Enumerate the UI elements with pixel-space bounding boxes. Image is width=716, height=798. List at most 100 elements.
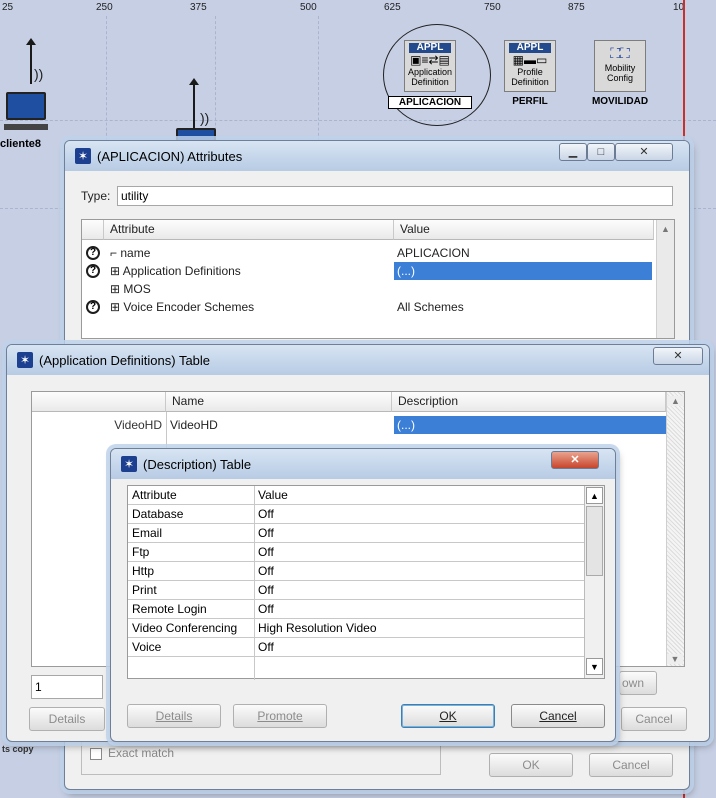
application-definition-node[interactable]: APPL ▣≡⇄▤ Application Definition APLICAC… [388, 40, 472, 110]
row-value[interactable]: Off [254, 562, 584, 581]
ruler-tick: 625 [384, 2, 401, 13]
help-icon[interactable]: ? [86, 300, 100, 314]
row-attribute[interactable]: Video Conferencing [128, 619, 254, 638]
scroll-thumb[interactable] [586, 506, 603, 576]
promote-button[interactable]: Promote [233, 704, 327, 728]
row-attribute[interactable]: Print [128, 581, 254, 600]
details-button[interactable]: Details [29, 707, 105, 731]
ruler-tick: 375 [190, 2, 207, 13]
application-icon: ▣≡⇄▤ [410, 53, 450, 67]
close-button[interactable]: ✕ [551, 451, 599, 469]
row-attribute[interactable]: Database [128, 505, 254, 524]
close-button[interactable]: ✕ [615, 143, 673, 161]
cancel-button[interactable]: Cancel [589, 753, 673, 777]
row-attribute[interactable]: Remote Login [128, 600, 254, 619]
rows-count-field[interactable] [31, 675, 103, 699]
column-header-name[interactable]: Name [166, 392, 392, 412]
cancel-button[interactable]: Cancel [511, 704, 605, 728]
app-logo-icon: ✶ [17, 352, 33, 368]
profile-definition-node[interactable]: APPL ▦▬▭ Profile Definition PERFIL [498, 40, 562, 110]
row-name[interactable]: VideoHD [170, 416, 390, 434]
row-value[interactable]: All Schemes [394, 298, 654, 316]
dialog-title: (Description) Table [143, 457, 252, 472]
mobility-config-node[interactable]: ⛶⛶ Mobility Config MOVILIDAD [588, 40, 652, 110]
workstation-icon[interactable] [6, 92, 46, 120]
move-down-button[interactable]: own [619, 671, 657, 695]
dialog-title: (Application Definitions) Table [39, 353, 211, 368]
row-value[interactable]: High Resolution Video [254, 619, 584, 638]
wireless-icon: )) [200, 110, 210, 126]
node-caption: Definition [511, 77, 549, 87]
node-caption: Definition [411, 77, 449, 87]
ruler-tick: 250 [96, 2, 113, 13]
node-header: APPL [409, 43, 451, 53]
background-fragment-text: ts copy [2, 744, 34, 754]
app-logo-icon: ✶ [75, 148, 91, 164]
title-bar[interactable]: ✶ (Application Definitions) Table ✕ [7, 345, 709, 375]
node-label-aplicacion: APLICACION [388, 96, 472, 109]
ok-button[interactable]: OK [489, 753, 573, 777]
table-row[interactable]: ⊞ MOS [110, 280, 390, 298]
scroll-down-icon[interactable]: ▼ [667, 654, 683, 664]
title-bar[interactable]: ✶ (Description) Table ✕ [111, 449, 615, 479]
column-header-value[interactable]: Value [394, 220, 654, 240]
mobility-arrow-icon [26, 38, 36, 84]
row-value[interactable]: Off [254, 543, 584, 562]
table-row[interactable]: ⊞ Application Definitions [110, 262, 390, 280]
row-value-selected[interactable]: (...) [394, 262, 652, 280]
column-header-attribute[interactable]: Attribute [104, 220, 394, 240]
minimize-button[interactable]: ▁ [559, 143, 587, 161]
network-icon: ⛶⛶ [610, 45, 630, 61]
help-icon[interactable]: ? [86, 264, 100, 278]
scroll-down-icon[interactable]: ▼ [586, 658, 603, 675]
profile-icon: ▦▬▭ [512, 53, 548, 67]
vertical-scrollbar[interactable]: ▲ ▼ [584, 486, 604, 678]
scroll-up-icon[interactable]: ▲ [586, 487, 603, 504]
filter-group: Exact match [81, 741, 441, 775]
maximize-button[interactable]: □ [587, 143, 615, 161]
cancel-button[interactable]: Cancel [621, 707, 687, 731]
row-attribute[interactable]: Http [128, 562, 254, 581]
row-value[interactable]: Off [254, 524, 584, 543]
row-value[interactable]: Off [254, 600, 584, 619]
scroll-up-icon[interactable]: ▲ [667, 396, 684, 406]
node-label-cliente8: cliente8 [0, 138, 41, 150]
vertical-scrollbar[interactable]: ▲ [656, 220, 674, 338]
row-attribute: Voice Encoder Schemes [123, 300, 255, 314]
description-dialog: ✶ (Description) Table ✕ Attribute Value … [110, 448, 616, 742]
row-attribute[interactable]: Email [128, 524, 254, 543]
ok-button[interactable]: OK [401, 704, 495, 728]
node-header: APPL [509, 43, 551, 53]
table-row[interactable]: ⊞ Voice Encoder Schemes [110, 298, 390, 316]
row-value[interactable]: Off [254, 581, 584, 600]
ok-label: OK [439, 709, 457, 723]
row-value[interactable]: APLICACION [394, 244, 654, 262]
attribute-table: Attribute Value ▲ ? ⌐ name APLICACION ? … [81, 219, 675, 339]
column-header-description[interactable]: Description [392, 392, 666, 412]
row-value[interactable]: Off [254, 505, 584, 524]
help-icon[interactable]: ? [86, 246, 100, 260]
node-label-movilidad: MOVILIDAD [591, 96, 649, 107]
ruler-tick: 500 [300, 2, 317, 13]
type-field[interactable] [117, 186, 673, 206]
details-button[interactable]: Details [127, 704, 221, 728]
ruler-tick: 750 [484, 2, 501, 13]
title-bar[interactable]: ✶ (APLICACION) Attributes ▁ □ ✕ [65, 141, 689, 171]
scroll-up-icon[interactable]: ▲ [657, 224, 674, 234]
exact-match-checkbox[interactable] [90, 748, 102, 760]
table-row[interactable]: ⌐ name [110, 244, 390, 262]
ruler-tick: 875 [568, 2, 585, 13]
description-table: Attribute Value Database Off Email Off F… [127, 485, 605, 680]
workstation-base-icon [4, 124, 48, 130]
grid-line [106, 16, 107, 156]
vertical-scrollbar[interactable]: ▲ ▼ [666, 392, 684, 666]
column-header-attribute[interactable]: Attribute [128, 486, 254, 505]
close-button[interactable]: ✕ [653, 347, 703, 365]
row-attribute[interactable]: Ftp [128, 543, 254, 562]
column-header-value[interactable]: Value [254, 486, 584, 505]
row-value[interactable]: Off [254, 638, 584, 657]
app-logo-icon: ✶ [121, 456, 137, 472]
row-attribute[interactable]: Voice [128, 638, 254, 657]
row-description-selected[interactable]: (...) [394, 416, 682, 434]
mobility-arrow-icon [189, 78, 199, 128]
